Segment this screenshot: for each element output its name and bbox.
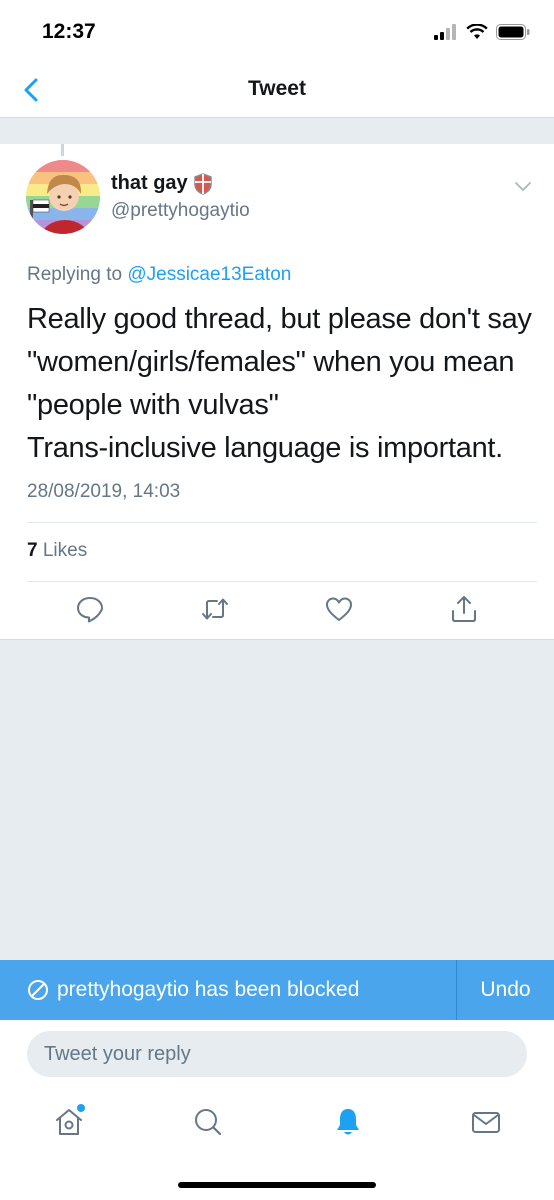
reply-input[interactable] [27, 1031, 527, 1077]
blocked-icon [28, 980, 48, 1000]
tab-home[interactable] [53, 1104, 85, 1138]
avatar-image [26, 160, 100, 234]
status-time: 12:37 [42, 20, 96, 43]
tab-search[interactable] [192, 1106, 224, 1138]
blocked-message: prettyhogaytio has been blocked [57, 978, 360, 1001]
display-name-text: that gay [111, 172, 188, 194]
tab-messages[interactable] [470, 1106, 502, 1138]
tweet-card: that gay @prettyhogaytio Replying to @Je… [0, 144, 554, 640]
share-icon[interactable] [449, 594, 479, 624]
nav-bar: Tweet [0, 64, 554, 118]
status-icons [434, 24, 530, 40]
likes-count-link[interactable]: 7 Likes [27, 540, 87, 562]
tweet-text: Really good thread, but please don't say… [27, 298, 537, 470]
avatar[interactable] [26, 160, 100, 234]
replying-to-line: Replying to @Jessicae13Eaton [27, 264, 291, 286]
tweet-text-line: Really good thread, but please don't say [27, 303, 532, 335]
thread-line [61, 144, 64, 156]
likes-count: 7 [27, 540, 38, 561]
divider [27, 522, 537, 523]
tweet-text-line: "people with vulvas" [27, 389, 279, 421]
tweet-actions [0, 594, 554, 628]
notifications-icon [337, 1109, 359, 1135]
shield-emoji-icon [193, 172, 212, 195]
home-indicator[interactable] [178, 1182, 376, 1188]
search-icon [195, 1109, 222, 1136]
tweet-text-line: "women/girls/females" when you mean [27, 346, 515, 378]
reply-area [0, 1020, 554, 1200]
messages-icon [472, 1112, 500, 1133]
retweet-icon[interactable] [200, 594, 230, 624]
like-icon[interactable] [324, 594, 354, 624]
user-handle[interactable]: @prettyhogaytio [111, 200, 250, 222]
undo-button[interactable]: Undo [457, 978, 554, 1002]
cellular-signal-icon [434, 24, 456, 40]
replying-to-mention[interactable]: @Jessicae13Eaton [127, 264, 291, 285]
page-title: Tweet [248, 77, 306, 100]
blocked-banner: prettyhogaytio has been blocked Undo [0, 960, 554, 1020]
reply-icon[interactable] [75, 594, 105, 624]
divider [27, 581, 537, 582]
likes-label: Likes [42, 540, 88, 561]
tweet-timestamp: 28/08/2019, 14:03 [27, 481, 181, 502]
tweet-text-line: Trans-inclusive language is important. [27, 432, 503, 464]
new-content-dot [77, 1104, 85, 1112]
battery-icon [496, 24, 530, 40]
status-bar: 12:37 [0, 0, 554, 64]
chevron-down-icon[interactable] [514, 180, 532, 194]
tab-bar [0, 1098, 554, 1148]
wifi-icon [466, 24, 488, 39]
display-name[interactable]: that gay [111, 172, 212, 195]
tab-notifications[interactable] [332, 1106, 364, 1138]
replying-to-label: Replying to [27, 264, 123, 285]
